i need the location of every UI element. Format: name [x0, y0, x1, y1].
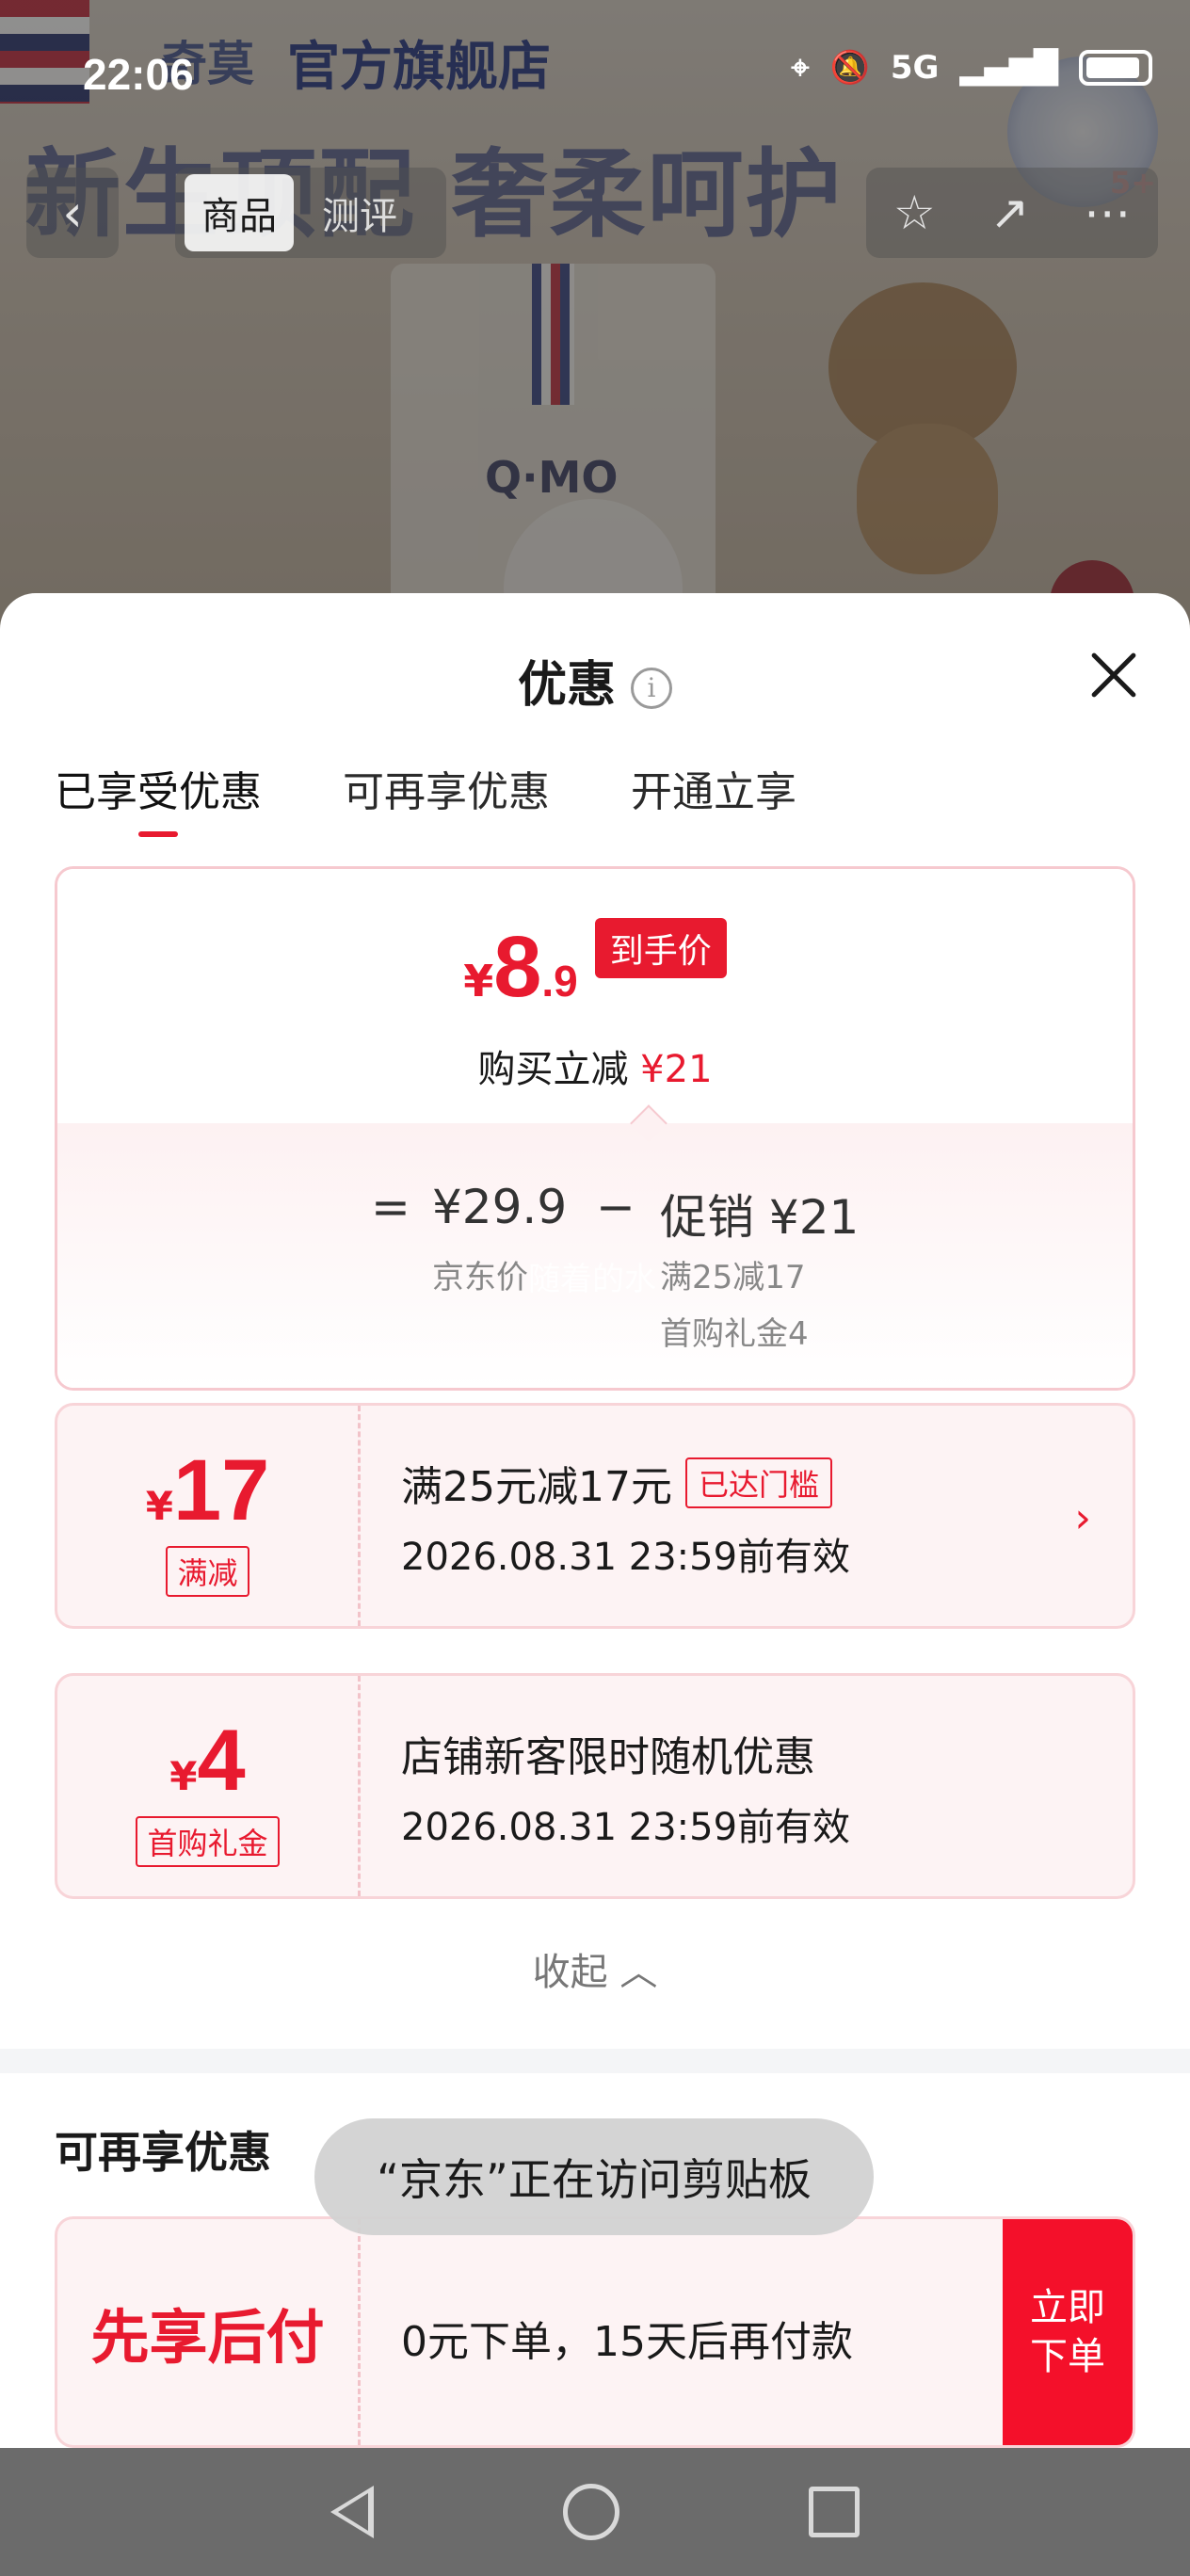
system-back-icon[interactable]: [330, 2486, 374, 2538]
equals-sign: =: [371, 1180, 410, 1234]
sheet-title: 优惠 i: [0, 645, 1190, 716]
signal-icon: ▂▄▆█: [959, 49, 1058, 87]
final-price-tag: 到手价: [594, 918, 727, 978]
close-button[interactable]: [1086, 648, 1141, 702]
chevron-right-icon[interactable]: ›: [1074, 1494, 1091, 1542]
system-recents-icon[interactable]: [809, 2487, 860, 2537]
coupon-title: 满25元减17元 已达门槛: [401, 1453, 832, 1513]
promo-total: 促销 ¥21: [660, 1190, 860, 1245]
network-label: 5G: [890, 49, 940, 87]
section-more-discounts-title: 可再享优惠: [55, 2127, 271, 2178]
coupon-title: 店铺新客限时随机优惠: [401, 1733, 815, 1781]
order-now-button[interactable]: 立即下单: [1003, 2219, 1133, 2445]
battery-icon: [1079, 50, 1152, 86]
minus-sign: −: [596, 1180, 635, 1234]
promo-detail-first-gift: 首购礼金4: [660, 1315, 809, 1353]
pay-later-card: 先享后付 0元下单，15天后再付款 立即下单: [55, 2216, 1135, 2448]
tab-activate[interactable]: 开通立享: [631, 758, 796, 837]
coupon-validity: 2026.08.31 23:59前有效: [401, 1536, 851, 1579]
mute-bell-icon: 🔕: [829, 49, 870, 87]
sheet-title-text: 优惠: [517, 657, 616, 714]
price-summary-card: ¥8.9到手价 购买立减 ¥21 = ¥29.9 − 促销 ¥21 京东价 随着…: [55, 866, 1135, 1391]
collapse-button[interactable]: 收起 ︿: [0, 1941, 1190, 1996]
discount-tabs: 已享受优惠 可再享优惠 开通立享: [55, 758, 796, 837]
more-icon[interactable]: ⋯: [1084, 185, 1131, 240]
tab-review[interactable]: 测评: [305, 174, 414, 251]
product-hero: 奇莫 官方旗舰店 新生顶配 奢柔呵护 5+ Q·MO 22:06 ⌖ 🔕 5G …: [0, 0, 1190, 659]
chevron-left-icon: ‹: [62, 183, 83, 243]
product-nav-tabs: 商品 测评: [175, 168, 446, 258]
coupon-kind-badge: 首购礼金: [136, 1816, 280, 1867]
coupon-amount: ¥4: [169, 1713, 246, 1809]
jd-price: ¥29.9: [432, 1180, 568, 1234]
coupon-card-first-gift[interactable]: ¥4 首购礼金 店铺新客限时随机优惠 2026.08.31 23:59前有效: [55, 1673, 1135, 1899]
final-price: ¥8.9到手价: [57, 918, 1133, 1017]
favorite-star-icon[interactable]: ☆: [893, 185, 936, 240]
section-divider: [0, 2049, 1190, 2073]
promo-detail-full-reduce: 满25减17: [660, 1259, 806, 1296]
pay-later-name: 先享后付: [57, 2219, 361, 2445]
jd-price-label: 京东价: [432, 1259, 528, 1296]
chevron-up-icon: ︿: [619, 1951, 658, 1994]
coupon-card-full-reduce[interactable]: ¥17 满减 满25元减17元 已达门槛 2026.08.31 23:59前有效 …: [55, 1403, 1135, 1629]
system-home-icon[interactable]: [562, 2484, 619, 2540]
info-icon[interactable]: i: [631, 668, 672, 709]
threshold-reached-badge: 已达门槛: [684, 1457, 832, 1508]
status-icons: ⌖ 🔕 5G ▂▄▆█: [791, 49, 1152, 87]
nav-actions: ☆ ↗ ⋯: [866, 168, 1158, 258]
share-icon[interactable]: ↗: [989, 185, 1029, 240]
coupon-kind-badge: 满减: [166, 1546, 249, 1597]
pay-later-desc: 0元下单，15天后再付款: [401, 2318, 853, 2366]
coupon-amount: ¥17: [145, 1442, 270, 1538]
system-nav-bar: [0, 2448, 1190, 2576]
reduce-line: 购买立减 ¥21: [477, 1048, 713, 1091]
final-price-int: 8: [493, 919, 542, 1015]
tab-more[interactable]: 可再享优惠: [343, 758, 550, 837]
reduce-amount: ¥21: [640, 1048, 713, 1091]
tab-enjoyed[interactable]: 已享受优惠: [55, 758, 262, 837]
final-price-dec: .9: [541, 957, 578, 1006]
tab-product[interactable]: 商品: [185, 174, 294, 251]
location-icon: ⌖: [791, 49, 810, 87]
status-time: 22:06: [83, 50, 194, 99]
coupon-validity: 2026.08.31 23:59前有效: [401, 1806, 851, 1849]
watermark-text: 随着的水: [528, 1261, 656, 1298]
clipboard-toast: “京东”正在访问剪贴板: [314, 2118, 874, 2235]
back-button[interactable]: ‹: [26, 168, 119, 258]
